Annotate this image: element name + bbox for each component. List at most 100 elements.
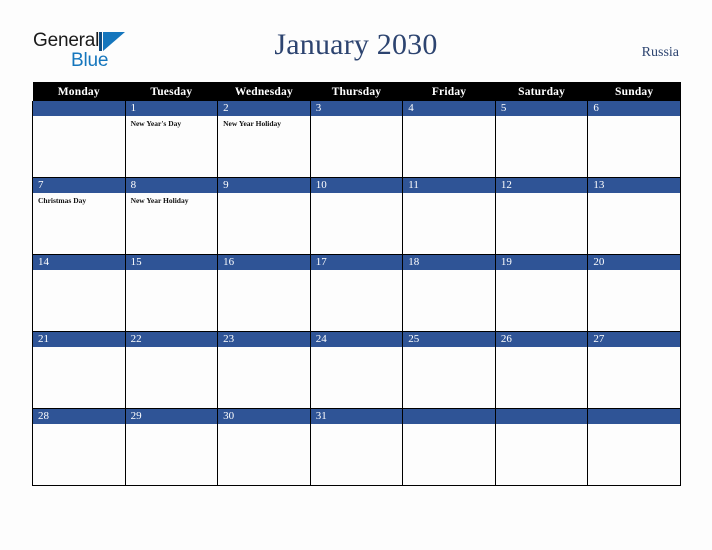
page-title: January 2030 <box>274 28 438 61</box>
day-number: 16 <box>218 255 310 270</box>
day-cell-3[interactable]: 3 <box>309 101 404 178</box>
day-number: 26 <box>495 332 588 347</box>
day-events <box>126 424 218 427</box>
day-cell-6[interactable]: 6 <box>587 101 681 178</box>
day-cell-5[interactable]: 5 <box>494 101 589 178</box>
day-number: 28 <box>33 409 125 424</box>
day-events <box>496 347 588 350</box>
day-cell-7[interactable]: 7 Christmas Day <box>32 177 126 255</box>
day-events <box>588 116 680 119</box>
weekday-header-thursday: Thursday <box>310 82 403 101</box>
day-cell-20[interactable]: 20 <box>587 254 681 332</box>
day-cell-empty <box>402 408 496 486</box>
day-cell-19[interactable]: 19 <box>494 254 589 332</box>
day-cell-30[interactable]: 30 <box>217 408 311 486</box>
day-cell-empty <box>494 408 589 486</box>
day-cell-1[interactable]: 1 New Year's Day <box>124 101 219 178</box>
weekday-header-friday: Friday <box>402 82 496 101</box>
day-number: 3 <box>310 101 403 116</box>
day-cell-inner: 13 <box>588 178 680 254</box>
day-cell-10[interactable]: 10 <box>309 177 404 255</box>
day-cell-inner: 29 <box>125 409 218 485</box>
calendar-week-row: 28 29 30 31 <box>32 408 681 486</box>
day-cell-27[interactable]: 27 <box>587 331 681 409</box>
day-cell-12[interactable]: 12 <box>494 177 589 255</box>
calendar-week-row: 7 Christmas Day 8 New Year Holiday 9 10 11 12 13 <box>32 177 681 255</box>
day-events <box>311 424 403 427</box>
day-number: 14 <box>33 255 125 270</box>
day-number <box>33 101 125 116</box>
day-events: New Year's Day <box>126 116 218 128</box>
day-cell-8[interactable]: 8 New Year Holiday <box>124 177 219 255</box>
day-cell-inner: 24 <box>310 332 403 408</box>
day-cell-inner: 16 <box>218 255 310 331</box>
day-cell-inner: 20 <box>588 255 680 331</box>
day-number: 10 <box>310 178 403 193</box>
day-number: 7 <box>33 178 125 193</box>
day-events <box>33 116 125 119</box>
day-number: 23 <box>218 332 310 347</box>
day-number: 24 <box>310 332 403 347</box>
calendar-week-row: 14 15 16 17 18 19 20 <box>32 254 681 332</box>
day-events <box>496 270 588 273</box>
page-header: General Blue January 2030 Russia <box>0 0 712 82</box>
calendar-week-row: 1 New Year's Day 2 New Year Holiday 3 4 5 6 <box>32 101 681 178</box>
day-cell-inner: 23 <box>218 332 310 408</box>
day-cell-inner: 4 <box>403 101 495 177</box>
day-number <box>588 409 680 424</box>
day-cell-13[interactable]: 13 <box>587 177 681 255</box>
day-cell-17[interactable]: 17 <box>309 254 404 332</box>
day-cell-21[interactable]: 21 <box>32 331 126 409</box>
day-cell-inner <box>588 409 680 485</box>
day-cell-22[interactable]: 22 <box>124 331 219 409</box>
day-cell-empty <box>587 408 681 486</box>
day-cell-29[interactable]: 29 <box>124 408 219 486</box>
day-events <box>403 270 495 273</box>
day-cell-25[interactable]: 25 <box>402 331 496 409</box>
day-cell-28[interactable]: 28 <box>32 408 126 486</box>
day-cell-11[interactable]: 11 <box>402 177 496 255</box>
day-cell-inner: 17 <box>310 255 403 331</box>
weekday-header-tuesday: Tuesday <box>125 82 218 101</box>
day-number: 18 <box>403 255 495 270</box>
day-cell-inner: 3 <box>310 101 403 177</box>
day-cell-18[interactable]: 18 <box>402 254 496 332</box>
day-cell-14[interactable]: 14 <box>32 254 126 332</box>
day-number: 5 <box>495 101 588 116</box>
day-number: 21 <box>33 332 125 347</box>
calendar-week-row: 21 22 23 24 25 26 27 <box>32 331 681 409</box>
day-events <box>588 270 680 273</box>
day-number: 19 <box>495 255 588 270</box>
day-events <box>218 424 310 427</box>
day-cell-16[interactable]: 16 <box>217 254 311 332</box>
calendar-grid: Monday Tuesday Wednesday Thursday Friday Satu… <box>32 82 681 486</box>
day-number: 15 <box>125 255 218 270</box>
day-cell-inner: 28 <box>33 409 125 485</box>
day-events <box>311 347 403 350</box>
country-label: Russia <box>641 45 679 60</box>
day-number: 9 <box>218 178 310 193</box>
day-events <box>496 116 588 119</box>
day-cell-23[interactable]: 23 <box>217 331 311 409</box>
day-cell-15[interactable]: 15 <box>124 254 219 332</box>
day-events <box>311 116 403 119</box>
day-cell-2[interactable]: 2 New Year Holiday <box>217 101 311 178</box>
day-cell-4[interactable]: 4 <box>402 101 496 178</box>
day-cell-inner: 10 <box>310 178 403 254</box>
day-cell-inner: 31 <box>310 409 403 485</box>
day-cell-inner: 27 <box>588 332 680 408</box>
day-events <box>588 424 680 427</box>
day-cell-inner <box>495 409 588 485</box>
day-cell-inner: 30 <box>218 409 310 485</box>
day-cell-31[interactable]: 31 <box>309 408 404 486</box>
day-cell-24[interactable]: 24 <box>309 331 404 409</box>
day-cell-inner: 5 <box>495 101 588 177</box>
day-cell-9[interactable]: 9 <box>217 177 311 255</box>
day-events <box>403 347 495 350</box>
day-cell-inner: 7 Christmas Day <box>33 178 125 254</box>
day-cell-26[interactable]: 26 <box>494 331 589 409</box>
day-number <box>495 409 588 424</box>
day-number: 1 <box>125 101 218 116</box>
day-cell-inner: 11 <box>403 178 495 254</box>
day-events <box>311 270 403 273</box>
